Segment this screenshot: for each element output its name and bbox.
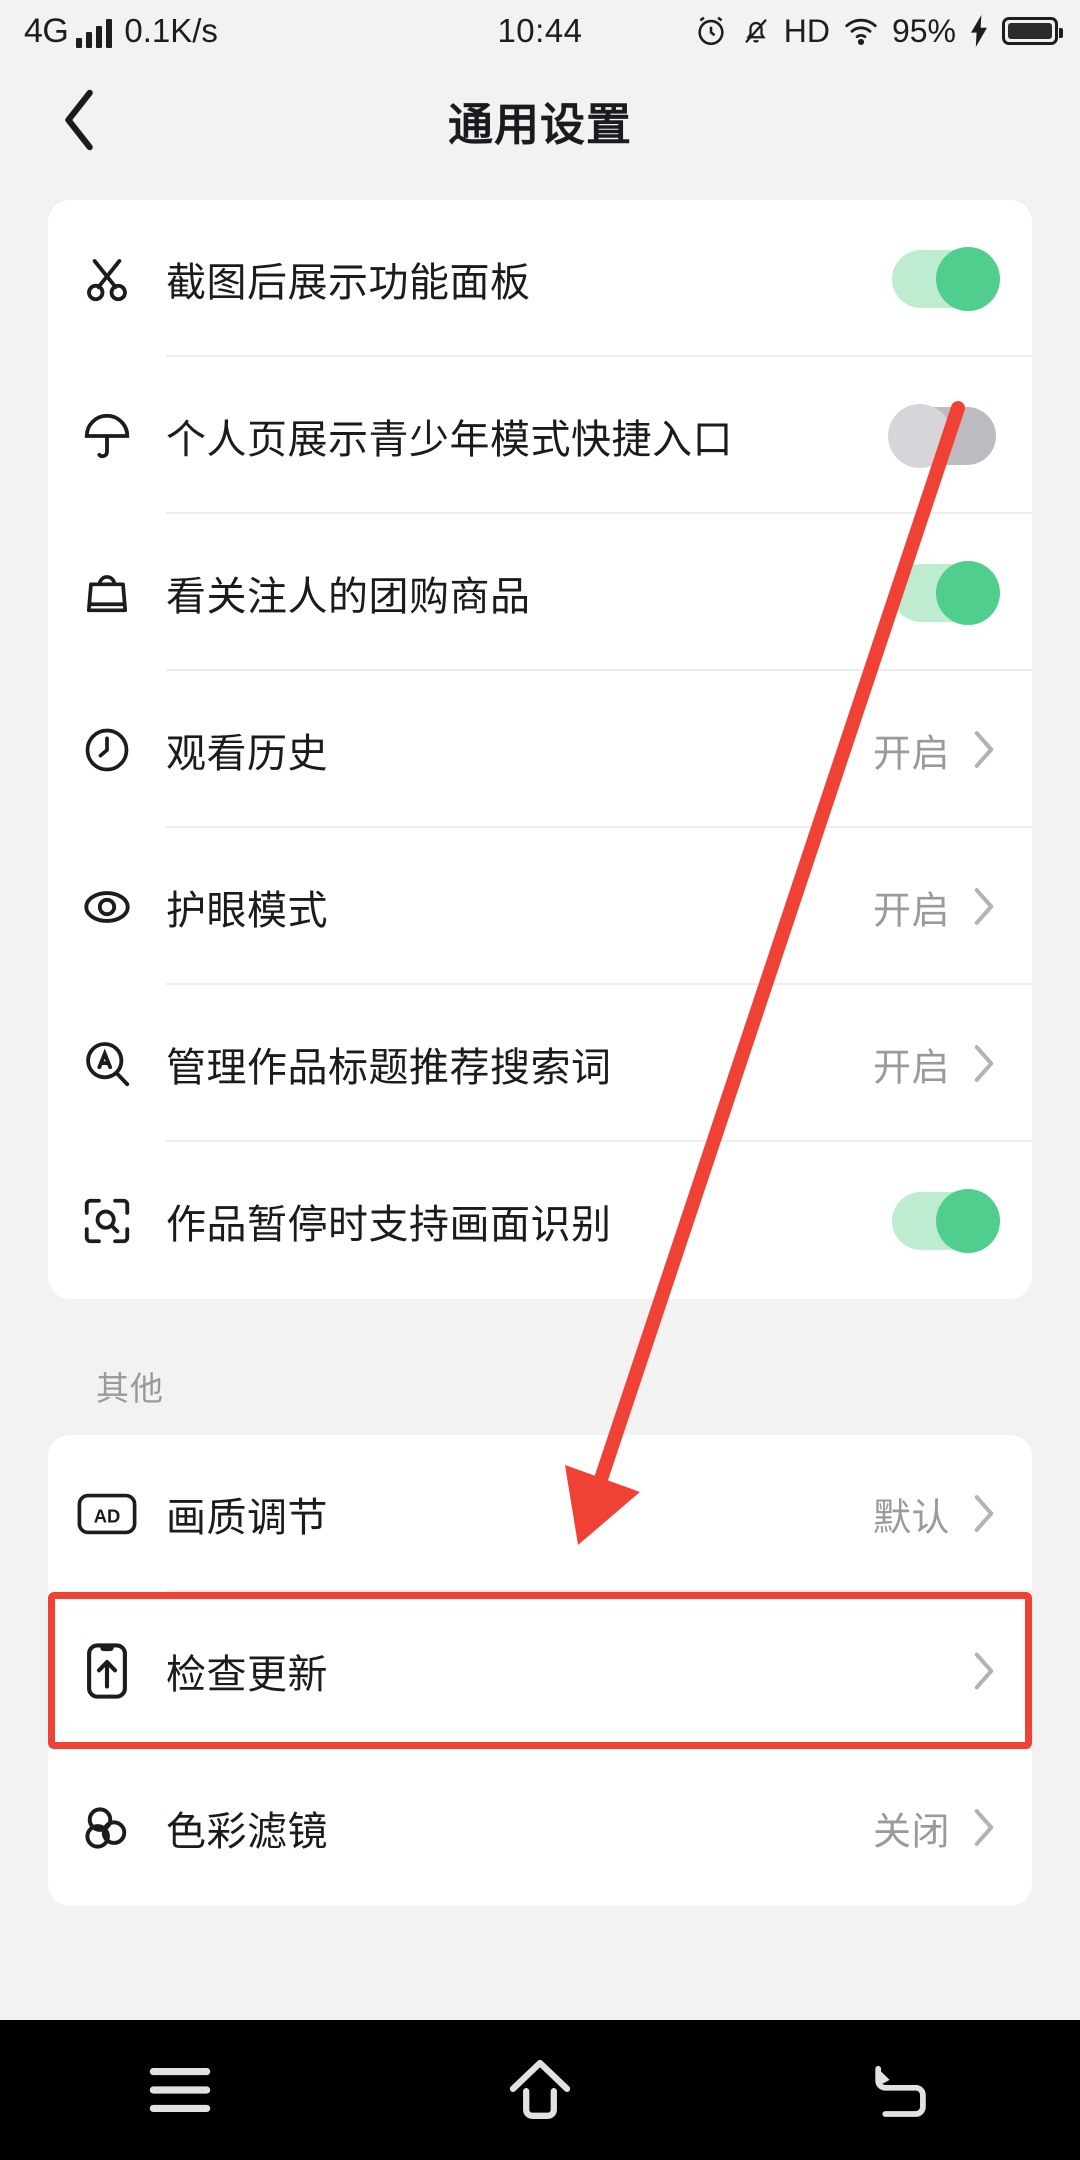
status-bar: 4G 0.1K/s 10:44 HD 95%	[0, 0, 1080, 62]
eye-icon	[48, 880, 166, 934]
chevron-right-icon	[972, 1044, 996, 1084]
setting-row-value: 关闭	[872, 1811, 950, 1853]
setting-row-label: 色彩滤镜	[166, 1809, 328, 1854]
chevron-right-icon	[972, 730, 996, 770]
setting-row-pause-image-recognition[interactable]: 作品暂停时支持画面识别	[48, 1142, 1032, 1299]
clock-icon	[48, 724, 166, 776]
wifi-icon	[843, 16, 879, 46]
chevron-right-icon	[972, 1494, 996, 1534]
menu-icon	[149, 2068, 211, 2112]
back-return-icon	[875, 2065, 926, 2117]
setting-row-screenshot-panel[interactable]: 截图后展示功能面板	[48, 200, 1032, 357]
setting-row-label: 检查更新	[166, 1652, 328, 1697]
umbrella-icon	[48, 409, 166, 463]
setting-row-control[interactable]	[972, 1651, 996, 1691]
shopping-bag-icon	[48, 567, 166, 619]
back-nav-button[interactable]	[825, 2035, 975, 2145]
svg-text:AD: AD	[94, 1505, 121, 1526]
setting-row-label: 护眼模式	[166, 888, 328, 933]
phone-update-icon	[48, 1642, 166, 1700]
color-filter-icon	[48, 1800, 166, 1856]
toggle-switch-on[interactable]	[892, 560, 1000, 625]
setting-row-title-search-words[interactable]: 管理作品标题推荐搜索词 开启	[48, 985, 1032, 1142]
system-navigation-bar	[0, 2020, 1080, 2160]
setting-row-control[interactable]: 开启	[873, 722, 996, 777]
chevron-right-icon	[972, 887, 996, 927]
setting-row-label: 画质调节	[166, 1495, 328, 1540]
setting-row-check-update[interactable]: 检查更新	[48, 1592, 1032, 1749]
search-a-icon	[48, 1037, 166, 1091]
ad-icon: AD	[48, 1491, 166, 1537]
setting-row-label: 看关注人的团购商品	[166, 574, 531, 619]
chevron-right-icon	[972, 1651, 996, 1691]
charging-icon	[969, 15, 989, 47]
setting-row-group-buy-goods[interactable]: 看关注人的团购商品	[48, 514, 1032, 671]
setting-row-teen-mode-entry[interactable]: 个人页展示青少年模式快捷入口	[48, 357, 1032, 514]
phone-screen: 4G 0.1K/s 10:44 HD 95% 通用设置 截图后展示功能面板 个人…	[0, 0, 1080, 2160]
setting-row-quality-adjust[interactable]: AD 画质调节 默认	[48, 1435, 1032, 1592]
setting-row-control[interactable]: 关闭	[873, 1800, 996, 1855]
toggle-switch-off[interactable]	[888, 403, 996, 468]
setting-row-watch-history[interactable]: 观看历史 开启	[48, 671, 1032, 828]
setting-row-control[interactable]	[892, 560, 1000, 625]
setting-row-control[interactable]: 默认	[873, 1486, 996, 1541]
settings-card-other: AD 画质调节 默认 检查更新 色彩滤镜 关闭	[48, 1435, 1032, 1906]
section-label-other: 其他	[96, 1370, 164, 1407]
chevron-right-icon	[972, 1808, 996, 1848]
recents-button[interactable]	[105, 2035, 255, 2145]
setting-row-control[interactable]	[892, 1188, 1000, 1253]
scissors-icon	[48, 252, 166, 306]
battery-icon	[1002, 17, 1063, 45]
home-button[interactable]	[465, 2035, 615, 2145]
scan-icon	[48, 1194, 166, 1248]
setting-row-value: 开启	[872, 1047, 950, 1089]
setting-row-control[interactable]	[888, 403, 996, 468]
status-bar-right: HD 95%	[694, 13, 1063, 49]
setting-row-control[interactable]: 开启	[873, 1036, 996, 1091]
setting-row-label: 截图后展示功能面板	[166, 260, 531, 305]
setting-row-label: 个人页展示青少年模式快捷入口	[166, 417, 733, 462]
setting-row-value: 开启	[872, 890, 950, 932]
battery-percent-label: 95%	[891, 13, 956, 49]
setting-row-control[interactable]: 开启	[873, 879, 996, 934]
toggle-switch-on[interactable]	[892, 1188, 1000, 1253]
home-icon	[509, 2059, 571, 2119]
setting-row-value: 开启	[872, 733, 950, 775]
toggle-switch-on[interactable]	[892, 246, 1000, 311]
alarm-icon	[694, 14, 728, 48]
setting-row-color-filter[interactable]: 色彩滤镜 关闭	[48, 1749, 1032, 1906]
setting-row-label: 作品暂停时支持画面识别	[166, 1202, 612, 1247]
setting-row-control[interactable]	[892, 246, 1000, 311]
page-title: 通用设置	[447, 99, 632, 150]
settings-card-main: 截图后展示功能面板 个人页展示青少年模式快捷入口 看关注人的团购商品 观看历史 …	[48, 200, 1032, 1299]
setting-row-label: 观看历史	[166, 731, 328, 776]
page-header: 通用设置	[0, 62, 1080, 178]
setting-row-value: 默认	[872, 1497, 950, 1539]
setting-row-eye-protection[interactable]: 护眼模式 开启	[48, 828, 1032, 985]
hd-icon: HD	[783, 13, 830, 49]
setting-row-label: 管理作品标题推荐搜索词	[166, 1045, 612, 1090]
mute-icon	[741, 14, 771, 48]
